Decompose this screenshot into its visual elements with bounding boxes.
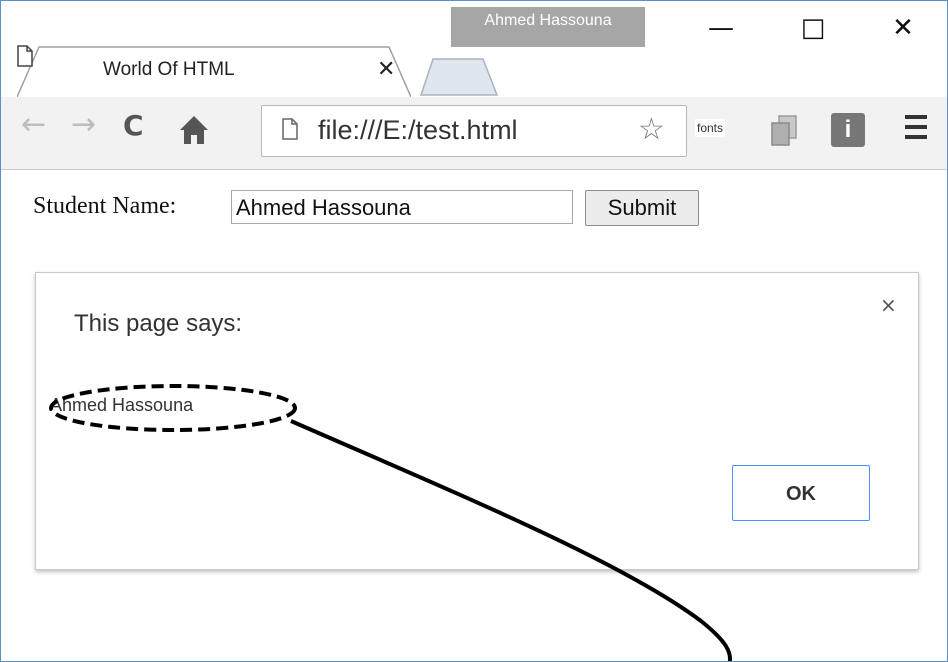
alert-dialog: × This page says: Ahmed Hassouna OK [35,272,919,570]
page-icon [17,45,33,67]
tab-title: World Of HTML [103,59,235,80]
dialog-close-icon[interactable]: × [880,293,897,317]
bookmark-star-icon[interactable]: ☆ [638,112,665,147]
home-icon[interactable] [177,113,211,147]
menu-icon[interactable] [905,115,927,145]
tab-close-icon[interactable]: ✕ [377,57,395,82]
reload-icon[interactable]: C [123,109,144,142]
student-name-input[interactable]: Ahmed Hassouna [231,190,573,224]
forward-arrow-icon[interactable]: → [71,107,96,142]
browser-toolbar: ← → C file:///E:/test.html ☆ fonts i [1,97,947,170]
page-icon [282,118,298,140]
profile-badge[interactable]: Ahmed Hassouna [451,7,645,47]
tab-world-of-html[interactable]: World Of HTML ✕ [17,45,411,97]
title-bar: Ahmed Hassouna — □ ✕ World Of HTML ✕ [1,1,947,97]
copy-extension-icon[interactable] [767,113,801,149]
minimize-button[interactable]: — [699,13,743,47]
maximize-button[interactable]: □ [791,13,835,47]
menu-bar [905,115,927,119]
page-content: Student Name: Ahmed Hassouna Submit × Th… [1,170,947,661]
submit-button[interactable]: Submit [585,190,699,226]
close-window-button[interactable]: ✕ [881,13,925,47]
student-name-label: Student Name: [33,193,177,219]
back-arrow-icon[interactable]: ← [21,107,46,142]
address-bar[interactable]: file:///E:/test.html ☆ [261,105,687,157]
menu-bar [905,125,927,129]
dialog-message: Ahmed Hassouna [50,395,194,415]
new-tab-button[interactable] [419,57,501,97]
fonts-extension-icon[interactable]: fonts [695,119,726,137]
menu-bar [905,135,927,139]
ok-button[interactable]: OK [732,465,870,521]
dialog-title: This page says: [74,310,243,337]
browser-window: Ahmed Hassouna — □ ✕ World Of HTML ✕ ← →… [0,0,948,662]
info-extension-icon[interactable]: i [831,113,865,147]
address-bar-url[interactable]: file:///E:/test.html [318,115,518,146]
